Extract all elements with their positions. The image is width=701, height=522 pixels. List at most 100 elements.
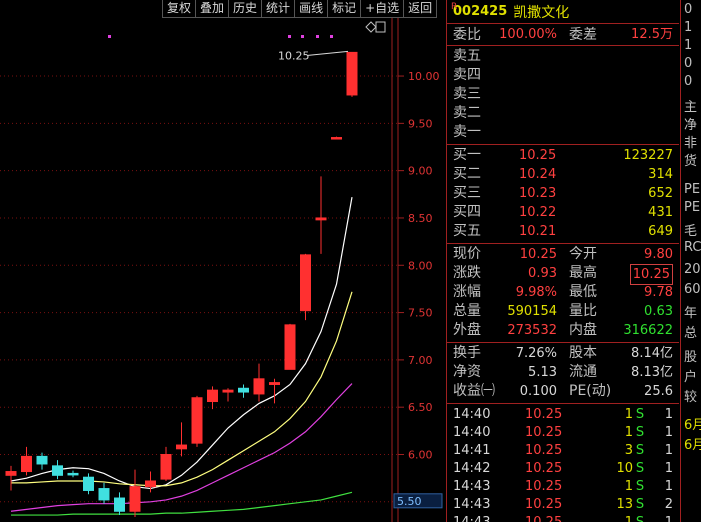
tick-flag: S: [635, 425, 645, 440]
weibi-label: 委比: [453, 27, 481, 43]
side-item: PE: [684, 182, 701, 197]
price-axis-label: 9.50: [408, 117, 433, 130]
tick-flag: S: [635, 514, 645, 522]
stock-name: 凯撒文化: [513, 4, 570, 21]
tick-time: 14:40: [453, 407, 491, 422]
tick-row[interactable]: 14:43 10.25 13 S 2: [447, 496, 679, 514]
candle-body: [52, 465, 63, 476]
tick-row[interactable]: 14:4310.251S1: [447, 514, 679, 522]
kline-svg[interactable]: 10.00 9.50 9.00 8.50 8.00 7.50 7.00 6.50 6.00 5.5…: [0, 18, 444, 522]
tick-row[interactable]: 14:4310.251S1: [447, 478, 679, 496]
sell-row[interactable]: 卖一: [447, 123, 679, 142]
side-item: 总: [684, 326, 698, 341]
current-price-label: 5.50: [397, 495, 422, 508]
buy-price: 10.21: [519, 224, 557, 239]
tick-price: 10.25: [525, 443, 563, 458]
side-item: 0: [684, 2, 693, 17]
sell-row[interactable]: 卖四: [447, 66, 679, 85]
toolbar-button-0[interactable]: 复权: [163, 0, 197, 18]
buy-volume: 649: [648, 224, 673, 239]
sell-row[interactable]: 卖二: [447, 104, 679, 123]
toolbar-button-3[interactable]: 统计: [262, 0, 296, 18]
side-item: 较: [684, 390, 698, 405]
sell-label: 卖一: [453, 124, 481, 140]
candle-body: [114, 497, 125, 512]
candle-body: [191, 397, 203, 444]
marker-dot: [330, 35, 333, 38]
tick-count: 2: [664, 497, 673, 512]
side-item: 6月: [684, 438, 701, 453]
stock-header: R 002425 凯撒文化: [447, 0, 679, 24]
toolbar-button-7[interactable]: 返回: [404, 0, 438, 18]
buy-row[interactable]: 买四 10.22 431: [447, 203, 679, 222]
tick-time: 14:43: [453, 479, 491, 494]
candle-body: [98, 488, 110, 501]
stat-label: 涨跌: [453, 265, 481, 281]
stat-row: 涨幅 9.98% 最低 9.78: [447, 283, 679, 302]
buy-row[interactable]: 买一 10.25 123227: [447, 146, 679, 165]
candle-body: [36, 455, 48, 465]
toolbar-button-4[interactable]: 画线: [295, 0, 329, 18]
tick-row[interactable]: 14:40 10.25 1 S 1: [447, 424, 679, 442]
fundamental-label: 收益㈠: [453, 383, 495, 399]
side-item: 货: [684, 154, 698, 169]
stat-value: 0.63: [644, 304, 673, 319]
side-panel: 0 1 1 0 0 主净非货 PE PE 毛RC 20 60 年总股户较 6月 6月: [680, 0, 701, 522]
price-axis-label: 9.00: [408, 165, 433, 178]
buy-volume: 314: [648, 167, 673, 182]
fundamental-value: 8.13亿: [631, 365, 673, 380]
tick-price: 10.25: [525, 514, 562, 522]
buy-volume: 431: [648, 205, 673, 220]
stat-label: 最低: [569, 284, 597, 300]
buy-label: 买二: [453, 166, 481, 182]
price-axis-label: 6.50: [408, 401, 433, 414]
buy-price: 10.22: [519, 205, 557, 220]
tick-row[interactable]: 14:42 10.25 10 S 1: [447, 460, 679, 478]
stat-label: 外盘: [453, 322, 481, 338]
tick-flag: S: [635, 461, 645, 476]
toolbar-button-1[interactable]: 叠加: [196, 0, 230, 18]
sell-row[interactable]: 卖五: [447, 47, 679, 66]
stat-value: 0.93: [528, 266, 557, 281]
candle-body: [315, 217, 327, 221]
sell-row[interactable]: 卖三: [447, 85, 679, 104]
candle-body: [176, 444, 187, 450]
buy-label: 买四: [453, 204, 481, 220]
weicha-label: 委差: [569, 27, 597, 43]
tick-row[interactable]: 14:40 10.25 1 S 1: [447, 406, 679, 424]
sell-label: 卖二: [453, 105, 481, 121]
fundamental-row: 换手 7.26% 股本 8.14亿: [447, 344, 679, 363]
buy-row[interactable]: 买二 10.24 314: [447, 165, 679, 184]
buy-price: 10.24: [519, 167, 557, 182]
toolbar-button-2[interactable]: 历史: [229, 0, 263, 18]
buy-row[interactable]: 买五 10.21 649: [447, 222, 679, 241]
tick-volume: 1: [625, 514, 633, 522]
tick-row[interactable]: 14:41 10.25 3 S 1: [447, 442, 679, 460]
tick-price: 10.25: [525, 407, 563, 422]
toolbar-button-5[interactable]: 标记: [328, 0, 362, 18]
weibi-row: 委比 100.00% 委差 12.5万: [447, 24, 679, 46]
candle-body: [67, 472, 79, 476]
tick-time: 14:43: [453, 497, 491, 512]
fundamental-label: 股本: [569, 345, 597, 361]
tick-list[interactable]: 14:40 10.25 1 S 1 14:40 10.25 1 S 1 14:41 10.25 3 S 1 1…: [447, 404, 679, 522]
sell-label: 卖四: [453, 67, 481, 83]
stat-value: 273532: [507, 323, 557, 338]
toolbar-button-6[interactable]: +自选: [361, 0, 405, 18]
buy-row[interactable]: 买三 10.23 652: [447, 184, 679, 203]
tick-price: 10.25: [525, 479, 563, 494]
candle-body: [207, 389, 218, 403]
marker-dot: [301, 35, 304, 38]
candle-body: [83, 476, 94, 491]
chart-toolbar: 复权 叠加 历史 统计 画线 标记 +自选 返回: [162, 0, 438, 18]
fundamental-value: 0.100: [519, 384, 557, 399]
stock-code: 002425: [453, 4, 508, 19]
tick-time: 14:41: [453, 443, 491, 458]
tick-volume: 1: [624, 407, 633, 422]
candle-body: [300, 254, 311, 312]
tick-count: 1: [664, 407, 673, 422]
tick-volume: 10: [616, 461, 633, 476]
side-item: 1: [684, 20, 693, 35]
side-item: 20: [684, 262, 701, 277]
kline-chart[interactable]: 10.00 9.50 9.00 8.50 8.00 7.50 7.00 6.50 6.00 5.5…: [0, 18, 444, 522]
